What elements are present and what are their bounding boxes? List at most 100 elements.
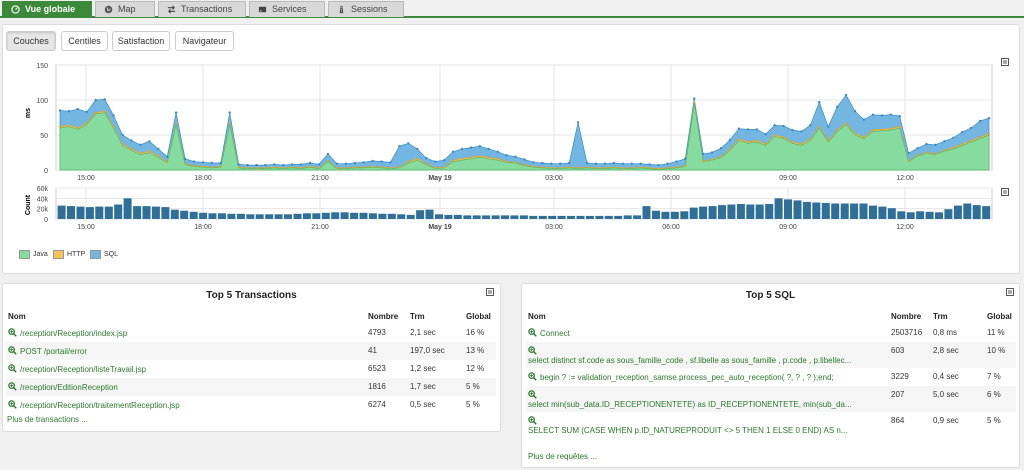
count-bar[interactable] bbox=[199, 212, 208, 219]
http-point[interactable] bbox=[228, 122, 231, 125]
http-point[interactable] bbox=[693, 101, 696, 104]
sql-point[interactable] bbox=[728, 138, 732, 142]
sql-point[interactable] bbox=[925, 142, 928, 146]
count-bar[interactable] bbox=[699, 206, 708, 219]
http-point[interactable] bbox=[666, 166, 669, 169]
http-point[interactable] bbox=[854, 132, 857, 135]
sql-point[interactable] bbox=[246, 163, 249, 167]
count-bar[interactable] bbox=[416, 210, 425, 219]
sql-point[interactable] bbox=[987, 117, 991, 120]
count-bar[interactable] bbox=[359, 212, 368, 219]
count-bar[interactable] bbox=[425, 209, 434, 219]
count-bar[interactable] bbox=[519, 215, 528, 219]
sql-point[interactable] bbox=[648, 163, 651, 166]
count-bar[interactable] bbox=[463, 215, 472, 219]
row-name-link[interactable]: /reception/Reception/traitementReception… bbox=[20, 401, 180, 410]
sql-point[interactable] bbox=[210, 161, 214, 165]
http-point[interactable] bbox=[836, 129, 839, 132]
http-point[interactable] bbox=[389, 166, 392, 169]
satisfaction-button[interactable]: Satisfaction bbox=[112, 31, 170, 51]
tab-services[interactable]: Services bbox=[249, 1, 325, 17]
sql-point[interactable] bbox=[103, 98, 106, 101]
sql-point[interactable] bbox=[603, 162, 607, 165]
count-bar[interactable] bbox=[623, 215, 632, 219]
count-bar[interactable] bbox=[114, 204, 123, 220]
count-bar[interactable] bbox=[142, 206, 151, 219]
count-bar[interactable] bbox=[397, 214, 406, 219]
http-point[interactable] bbox=[514, 161, 517, 164]
sql-point[interactable] bbox=[853, 110, 857, 113]
count-bar[interactable] bbox=[642, 206, 651, 219]
count-bar[interactable] bbox=[133, 206, 142, 219]
count-bar[interactable] bbox=[57, 205, 66, 219]
sql-point[interactable] bbox=[782, 124, 785, 128]
http-point[interactable] bbox=[675, 166, 678, 169]
count-bar[interactable] bbox=[331, 212, 340, 219]
count-bar[interactable] bbox=[774, 198, 783, 219]
count-bar[interactable] bbox=[576, 215, 585, 219]
sql-point[interactable] bbox=[237, 163, 240, 166]
count-bar[interactable] bbox=[633, 215, 642, 219]
count-bar[interactable] bbox=[812, 202, 821, 220]
sql-point[interactable] bbox=[148, 140, 151, 143]
sql-point[interactable] bbox=[630, 162, 633, 165]
sql-point[interactable] bbox=[425, 156, 428, 160]
http-point[interactable] bbox=[970, 139, 973, 142]
http-point[interactable] bbox=[452, 159, 455, 162]
count-bar[interactable] bbox=[548, 215, 557, 219]
sql-point[interactable] bbox=[67, 110, 71, 113]
count-bar[interactable] bbox=[67, 206, 75, 219]
http-point[interactable] bbox=[880, 128, 883, 131]
sql-point[interactable] bbox=[317, 163, 321, 166]
sql-point[interactable] bbox=[773, 124, 776, 127]
http-point[interactable] bbox=[487, 156, 490, 159]
count-bar[interactable] bbox=[538, 215, 547, 219]
http-point[interactable] bbox=[684, 164, 687, 167]
http-point[interactable] bbox=[362, 166, 365, 169]
sql-point[interactable] bbox=[594, 162, 598, 165]
http-point[interactable] bbox=[335, 166, 338, 169]
sql-point[interactable] bbox=[496, 150, 499, 153]
sql-point[interactable] bbox=[58, 109, 62, 112]
count-bar[interactable] bbox=[972, 205, 981, 220]
tab-map[interactable]: Map bbox=[95, 1, 155, 17]
sql-point[interactable] bbox=[693, 97, 696, 100]
sql-point[interactable] bbox=[442, 159, 446, 162]
count-bar[interactable] bbox=[736, 204, 745, 219]
http-point[interactable] bbox=[755, 139, 758, 142]
count-bar[interactable] bbox=[661, 211, 670, 219]
count-bar[interactable] bbox=[925, 211, 934, 219]
http-point[interactable] bbox=[979, 136, 982, 139]
count-bar[interactable] bbox=[501, 215, 509, 219]
sql-point[interactable] bbox=[344, 162, 348, 165]
http-point[interactable] bbox=[121, 143, 124, 146]
count-bar[interactable] bbox=[378, 213, 387, 219]
export-transactions-icon[interactable] bbox=[486, 288, 494, 296]
count-bar[interactable] bbox=[406, 214, 415, 219]
sql-point[interactable] bbox=[353, 161, 356, 165]
sql-point[interactable] bbox=[657, 163, 660, 167]
http-point[interactable] bbox=[791, 141, 794, 143]
row-name-link[interactable]: /reception/EditionReception bbox=[20, 383, 118, 392]
count-bar[interactable] bbox=[161, 207, 170, 219]
http-point[interactable] bbox=[264, 166, 267, 169]
http-point[interactable] bbox=[988, 132, 990, 135]
sql-point[interactable] bbox=[862, 118, 866, 121]
http-point[interactable] bbox=[255, 166, 258, 169]
http-point[interactable] bbox=[309, 165, 312, 168]
count-bar[interactable] bbox=[614, 215, 623, 219]
sql-point[interactable] bbox=[335, 162, 339, 165]
count-bar[interactable] bbox=[944, 209, 953, 219]
http-point[interactable] bbox=[112, 125, 115, 128]
count-bar[interactable] bbox=[321, 212, 330, 219]
count-bar[interactable] bbox=[265, 214, 274, 219]
sql-point[interactable] bbox=[550, 162, 553, 165]
count-bar[interactable] bbox=[784, 199, 792, 219]
http-point[interactable] bbox=[478, 155, 481, 157]
count-bar[interactable] bbox=[963, 203, 972, 220]
http-point[interactable] bbox=[800, 143, 803, 146]
sql-point[interactable] bbox=[961, 131, 964, 134]
sql-point[interactable] bbox=[487, 147, 490, 151]
count-bar[interactable] bbox=[180, 210, 189, 219]
sql-point[interactable] bbox=[505, 154, 508, 157]
